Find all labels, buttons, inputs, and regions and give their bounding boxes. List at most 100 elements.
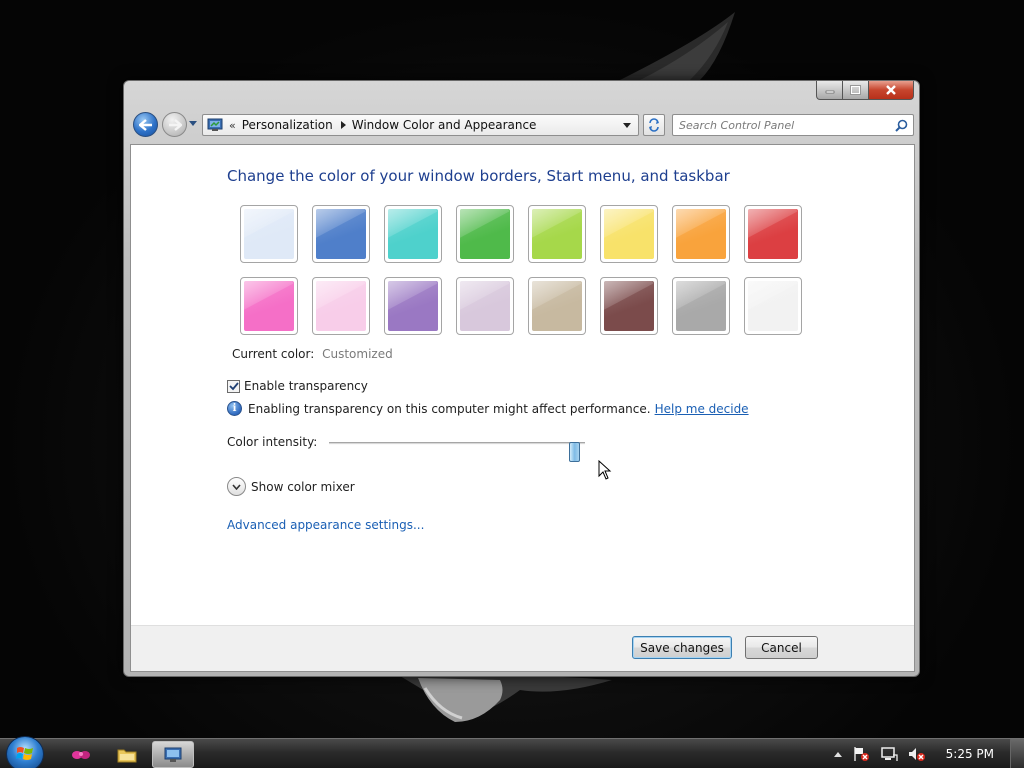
control-panel-window: « Personalization Window Color and Appea… xyxy=(123,80,920,677)
mouse-cursor-icon xyxy=(598,460,612,480)
window-controls xyxy=(816,81,914,100)
taskbar-app-explorer[interactable] xyxy=(106,741,148,768)
color-swatch-fill xyxy=(460,281,510,331)
back-button[interactable] xyxy=(133,112,158,137)
messenger-icon xyxy=(72,750,90,759)
action-center-flag-icon xyxy=(853,747,869,761)
folder-icon xyxy=(117,749,137,762)
address-dropdown-icon[interactable] xyxy=(623,123,631,128)
breadcrumb-overflow[interactable]: « xyxy=(229,119,236,132)
color-swatch-fuchsia[interactable] xyxy=(240,277,298,335)
minimize-button[interactable] xyxy=(816,81,843,100)
color-swatch-fill xyxy=(676,209,726,259)
network-button[interactable] xyxy=(880,746,898,762)
color-swatch-ruby[interactable] xyxy=(744,205,802,263)
start-button[interactable] xyxy=(6,736,44,768)
transparency-info-text: Enabling transparency on this computer m… xyxy=(248,401,651,416)
color-swatch-frost[interactable] xyxy=(744,277,802,335)
network-icon xyxy=(880,747,898,761)
action-center-button[interactable] xyxy=(852,746,870,762)
color-intensity-slider-thumb[interactable] xyxy=(569,442,580,462)
show-color-mixer-label[interactable]: Show color mixer xyxy=(251,480,355,494)
color-swatch-fill xyxy=(532,281,582,331)
show-desktop-button[interactable] xyxy=(1010,739,1024,768)
color-intensity-slider[interactable] xyxy=(329,442,585,462)
color-intensity-row: Color intensity: xyxy=(227,435,585,462)
search-input[interactable] xyxy=(673,118,883,132)
clock[interactable]: 5:25 PM xyxy=(946,747,994,761)
color-swatch-fill xyxy=(244,209,294,259)
color-swatch-violet[interactable] xyxy=(384,277,442,335)
show-color-mixer-row[interactable]: Show color mixer xyxy=(227,477,355,496)
cancel-button[interactable]: Cancel xyxy=(745,636,818,659)
search-box[interactable] xyxy=(672,114,914,136)
color-swatch-fill xyxy=(604,281,654,331)
taskbar-app-control-panel[interactable] xyxy=(152,741,194,768)
volume-muted-icon xyxy=(908,748,925,761)
navigation-bar: « Personalization Window Color and Appea… xyxy=(130,111,914,137)
show-hidden-icons-button[interactable] xyxy=(833,751,842,757)
chevron-up-icon xyxy=(833,751,842,757)
save-changes-button[interactable]: Save changes xyxy=(632,636,732,659)
color-swatch-sea[interactable] xyxy=(384,205,442,263)
forward-arrow-icon xyxy=(168,118,182,131)
volume-button[interactable] xyxy=(908,746,926,762)
color-swatch-chocolate[interactable] xyxy=(600,277,658,335)
color-swatch-taupe[interactable] xyxy=(528,277,586,335)
info-icon: i xyxy=(227,401,242,416)
control-panel-icon xyxy=(207,118,223,131)
close-icon xyxy=(886,85,896,95)
color-swatch-fill xyxy=(388,209,438,259)
close-button[interactable] xyxy=(869,81,914,100)
color-swatch-blush[interactable] xyxy=(312,277,370,335)
breadcrumb-window-color[interactable]: Window Color and Appearance xyxy=(352,118,537,132)
breadcrumb-separator-icon[interactable] xyxy=(340,121,346,129)
content-pane: Change the color of your window borders,… xyxy=(130,144,915,672)
forward-button[interactable] xyxy=(162,112,187,137)
taskbar: 5:25 PM xyxy=(0,736,1024,768)
system-tray: 5:25 PM xyxy=(833,739,1024,768)
color-swatch-fill xyxy=(748,281,798,331)
checkmark-icon xyxy=(228,381,239,390)
color-swatch-lavender[interactable] xyxy=(456,277,514,335)
color-swatch-fill xyxy=(388,281,438,331)
transparency-info: i Enabling transparency on this computer… xyxy=(227,401,749,416)
maximize-button[interactable] xyxy=(843,81,869,100)
maximize-icon xyxy=(850,85,861,95)
help-me-decide-link[interactable]: Help me decide xyxy=(655,402,749,416)
minimize-icon xyxy=(825,90,834,94)
chevron-down-icon xyxy=(232,483,241,490)
taskbar-app-messenger[interactable] xyxy=(60,741,102,768)
back-arrow-icon xyxy=(138,118,152,131)
current-color-value: Customized xyxy=(322,347,393,361)
current-color-label: Current color: xyxy=(232,347,315,361)
color-swatch-fill xyxy=(460,209,510,259)
search-icon[interactable] xyxy=(895,119,908,132)
color-swatch-fill xyxy=(532,209,582,259)
expand-chevron-button[interactable] xyxy=(227,477,246,496)
address-bar[interactable]: « Personalization Window Color and Appea… xyxy=(202,114,639,136)
enable-transparency-checkbox[interactable] xyxy=(227,379,240,393)
color-swatch-lime[interactable] xyxy=(528,205,586,263)
advanced-appearance-link[interactable]: Advanced appearance settings... xyxy=(227,518,424,532)
color-swatch-leaf[interactable] xyxy=(456,205,514,263)
current-color: Current color: Customized xyxy=(232,347,393,361)
color-swatch-fill xyxy=(244,281,294,331)
windows-logo-icon xyxy=(16,747,33,760)
breadcrumb-personalization[interactable]: Personalization xyxy=(242,118,333,132)
color-swatch-fill xyxy=(604,209,654,259)
enable-transparency-label[interactable]: Enable transparency xyxy=(244,379,368,393)
color-swatch-pumpkin[interactable] xyxy=(672,205,730,263)
footer-bar: Save changes Cancel xyxy=(131,625,914,671)
enable-transparency-row[interactable]: Enable transparency xyxy=(227,379,368,393)
color-swatch-slate[interactable] xyxy=(672,277,730,335)
recent-pages-dropdown-icon[interactable] xyxy=(189,121,197,126)
color-swatch-sky[interactable] xyxy=(240,205,298,263)
color-swatch-twilight[interactable] xyxy=(312,205,370,263)
refresh-button[interactable] xyxy=(643,114,665,136)
page-title: Change the color of your window borders,… xyxy=(227,167,730,185)
color-swatch-fill xyxy=(316,281,366,331)
color-intensity-label: Color intensity: xyxy=(227,435,318,449)
color-swatch-sun[interactable] xyxy=(600,205,658,263)
color-swatch-fill xyxy=(316,209,366,259)
